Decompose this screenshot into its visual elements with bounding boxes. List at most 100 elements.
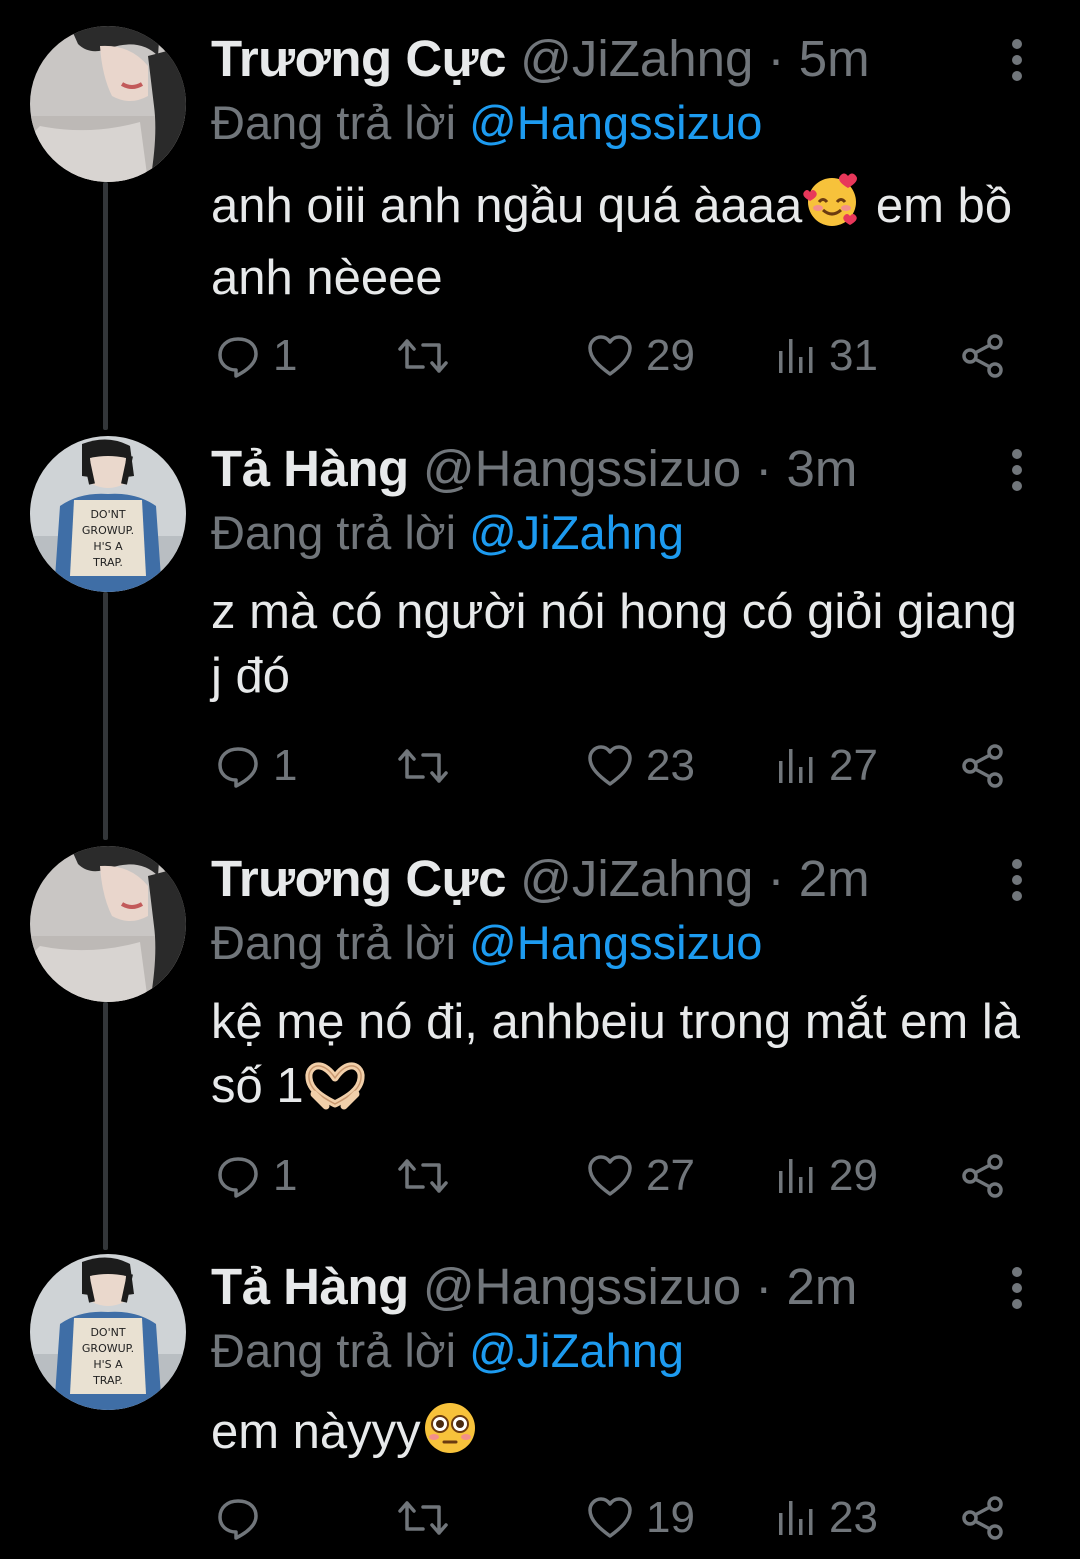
tweet-header: Trương Cực @JiZahng · 2m — [211, 846, 870, 912]
flushed-face-icon — [421, 1398, 479, 1472]
timestamp[interactable]: 5m — [799, 30, 870, 87]
replying-to-label: Đang trả lời — [211, 1324, 457, 1377]
thread-connector-line — [103, 410, 108, 430]
author-name[interactable]: Tả Hàng — [211, 1258, 409, 1315]
share-button[interactable] — [960, 736, 1006, 796]
retweet-icon — [398, 339, 448, 373]
retweet-icon — [398, 1501, 448, 1535]
action-bar: 19 23 — [0, 1488, 1080, 1548]
share-button[interactable] — [960, 1146, 1006, 1206]
thread-connector-line — [103, 820, 108, 840]
like-button[interactable]: 29 — [586, 326, 695, 386]
avatar[interactable] — [30, 846, 186, 1002]
reply-button[interactable]: 1 — [215, 1146, 297, 1206]
retweet-button[interactable] — [397, 1146, 461, 1206]
avatar[interactable]: DO'NT GROWUP. H'S A TRAP. — [30, 436, 186, 592]
retweet-icon — [398, 749, 448, 783]
tweet-header: Tả Hàng @Hangssizuo · 3m — [211, 436, 857, 502]
reply-button[interactable]: 1 — [215, 736, 297, 796]
tweet-thread: Trương Cực @JiZahng · 5m Đang trả lời @H… — [0, 0, 1080, 1559]
views-button[interactable]: 23 — [775, 1488, 878, 1548]
tweet-header: Tả Hàng @Hangssizuo · 2m — [211, 1254, 857, 1320]
replying-to-line: Đang trả lời @Hangssizuo — [211, 90, 762, 156]
more-options-icon[interactable] — [1002, 858, 1032, 902]
tweet-text-part: em nàyyy — [211, 1405, 421, 1459]
author-name[interactable]: Trương Cực — [211, 850, 506, 907]
author-name[interactable]: Trương Cực — [211, 30, 506, 87]
heart-icon — [588, 745, 632, 786]
tweet-text-part: z mà có người nói hong có giỏi giang j đ… — [211, 585, 1017, 703]
tweet-text: anh oiii anh ngầu quá àaaa em bồ anh nèe… — [211, 170, 1041, 310]
tweet[interactable]: Trương Cực @JiZahng · 2m Đang trả lời @H… — [0, 820, 1080, 1246]
tweet[interactable]: DO'NT GROWUP. H'S A TRAP. Tả Hàng @Hangs… — [0, 410, 1080, 838]
share-icon — [962, 1154, 1003, 1198]
timestamp[interactable]: 2m — [786, 1258, 857, 1315]
author-handle[interactable]: @Hangssizuo — [423, 440, 741, 497]
replying-to-line: Đang trả lời @Hangssizuo — [211, 910, 762, 976]
like-count: 29 — [646, 331, 695, 380]
replying-to-line: Đang trả lời @JiZahng — [211, 1318, 684, 1384]
reply-button[interactable] — [215, 1488, 273, 1548]
author-handle[interactable]: @JiZahng — [520, 30, 753, 87]
share-button[interactable] — [960, 1488, 1006, 1548]
separator-dot: · — [767, 30, 785, 87]
avatar-photo: DO'NT GROWUP. H'S A TRAP. — [30, 1254, 186, 1410]
author-handle[interactable]: @Hangssizuo — [423, 1258, 741, 1315]
share-icon — [962, 1496, 1003, 1540]
views-button[interactable]: 29 — [775, 1146, 878, 1206]
like-button[interactable]: 23 — [586, 736, 695, 796]
reply-button[interactable]: 1 — [215, 326, 297, 386]
avatar-photo: DO'NT GROWUP. H'S A TRAP. — [30, 436, 186, 592]
tweet-text: z mà có người nói hong có giỏi giang j đ… — [211, 580, 1041, 708]
more-options-icon[interactable] — [1002, 1266, 1032, 1310]
replying-to-label: Đang trả lời — [211, 916, 457, 969]
svg-text:H'S A: H'S A — [93, 1358, 123, 1371]
more-options-icon[interactable] — [1002, 38, 1032, 82]
retweet-button[interactable] — [397, 326, 461, 386]
separator-dot: · — [755, 1258, 773, 1315]
share-button[interactable] — [960, 326, 1006, 386]
reply-count: 1 — [273, 1151, 298, 1200]
replying-to-label: Đang trả lời — [211, 96, 457, 149]
tweet-text-part: anh oiii anh ngầu quá àaaa — [211, 179, 803, 233]
view-count: 27 — [829, 741, 878, 790]
svg-text:GROWUP.: GROWUP. — [82, 1342, 134, 1355]
avatar[interactable] — [30, 26, 186, 182]
retweet-button[interactable] — [397, 1488, 461, 1548]
like-count: 27 — [646, 1151, 695, 1200]
reply-mention-link[interactable]: @Hangssizuo — [469, 96, 762, 149]
reply-mention-link[interactable]: @JiZahng — [469, 506, 684, 559]
avatar[interactable]: DO'NT GROWUP. H'S A TRAP. — [30, 1254, 186, 1410]
reply-mention-link[interactable]: @Hangssizuo — [469, 916, 762, 969]
reply-icon — [218, 337, 258, 378]
author-name[interactable]: Tả Hàng — [211, 440, 409, 497]
heart-icon — [588, 1155, 632, 1196]
views-button[interactable]: 27 — [775, 736, 878, 796]
more-options-icon[interactable] — [1002, 448, 1032, 492]
heart-icon — [588, 335, 632, 376]
like-button[interactable]: 19 — [586, 1488, 695, 1548]
reply-icon — [218, 1499, 258, 1540]
share-icon — [962, 744, 1003, 788]
retweet-icon — [398, 1159, 448, 1193]
reply-icon — [218, 1157, 258, 1198]
timestamp[interactable]: 3m — [786, 440, 857, 497]
tweet-header: Trương Cực @JiZahng · 5m — [211, 26, 870, 92]
thread-connector-line — [103, 1002, 108, 1246]
smiling-face-with-hearts-icon — [802, 170, 862, 246]
tweet[interactable]: DO'NT GROWUP. H'S A TRAP. Tả Hàng @Hangs… — [0, 1228, 1080, 1559]
tweet[interactable]: Trương Cực @JiZahng · 5m Đang trả lời @H… — [0, 0, 1080, 422]
views-button[interactable]: 31 — [775, 326, 878, 386]
separator-dot: · — [767, 850, 785, 907]
svg-text:H'S A: H'S A — [93, 540, 123, 553]
reply-icon — [218, 747, 258, 788]
svg-text:TRAP.: TRAP. — [92, 556, 123, 569]
timestamp[interactable]: 2m — [799, 850, 870, 907]
retweet-button[interactable] — [397, 736, 461, 796]
like-count: 23 — [646, 741, 695, 790]
like-button[interactable]: 27 — [586, 1146, 695, 1206]
reply-mention-link[interactable]: @JiZahng — [469, 1324, 684, 1377]
author-handle[interactable]: @JiZahng — [520, 850, 753, 907]
svg-text:TRAP.: TRAP. — [92, 1374, 123, 1387]
reply-count: 1 — [273, 741, 298, 790]
